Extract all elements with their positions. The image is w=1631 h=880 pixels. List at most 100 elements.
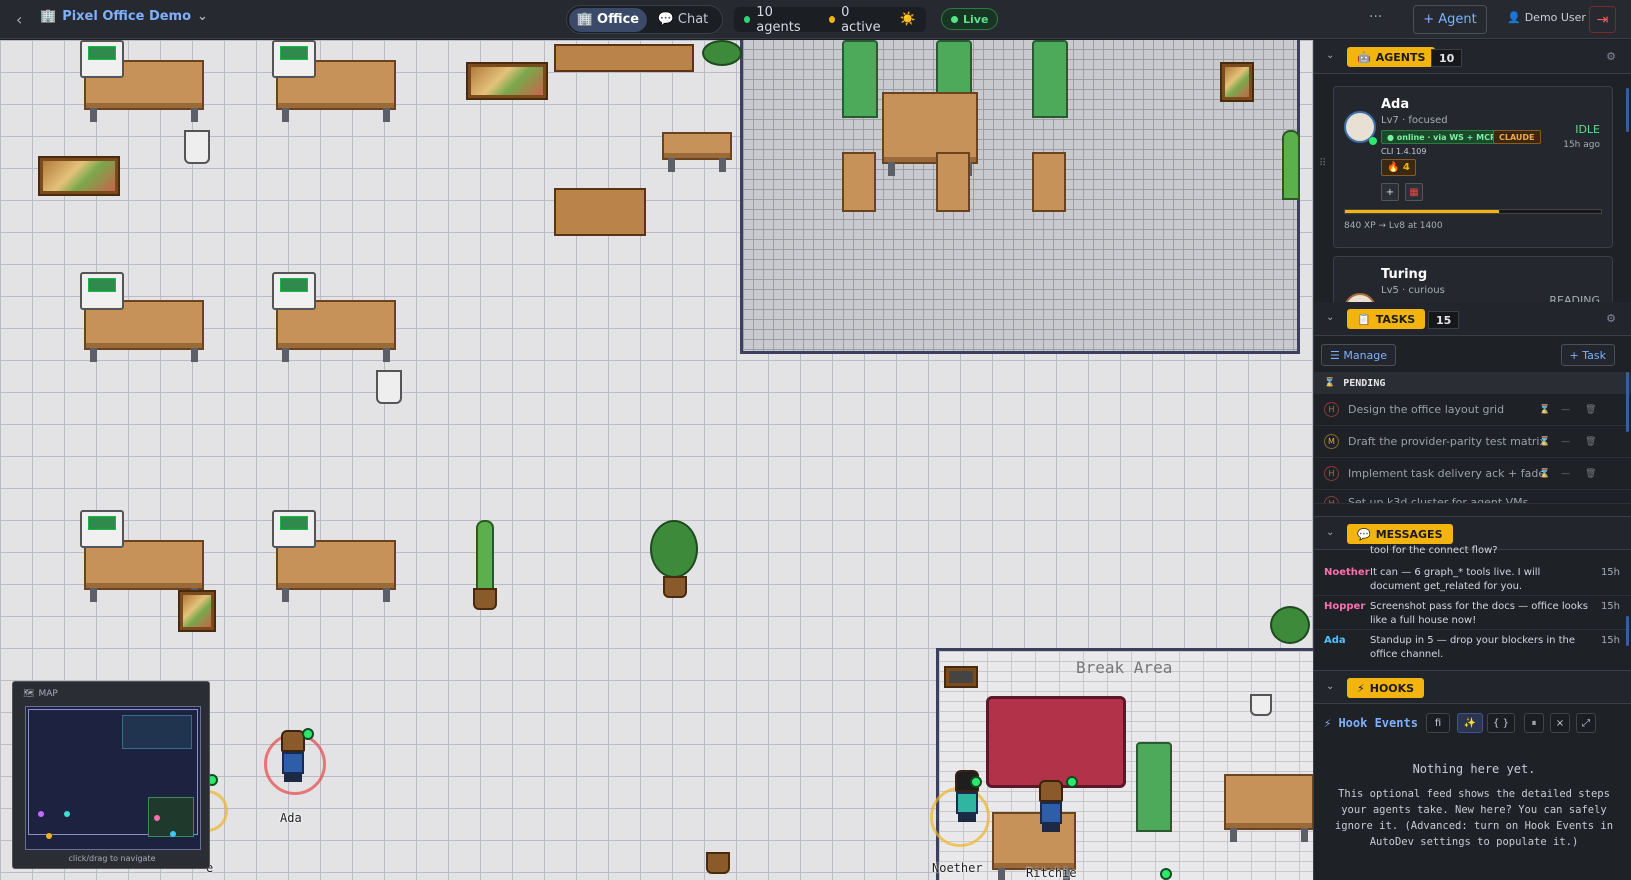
clipboard-icon: 📋 — [1357, 312, 1371, 326]
minimap-agent-dot — [46, 833, 52, 839]
gear-icon[interactable]: ⚙ — [1606, 50, 1616, 63]
hooks-badge: ⚡ HOOKS — [1347, 678, 1425, 698]
computer-monitor — [80, 272, 124, 310]
message-author[interactable]: Hopper — [1324, 600, 1365, 614]
tasks-title: TASKS — [1375, 312, 1416, 326]
minimap[interactable]: 🗺 MAP click/drag to navigate — [12, 681, 210, 869]
logout-button[interactable]: ⇥ — [1589, 6, 1616, 33]
hourglass-icon[interactable]: ⌛ — [1539, 437, 1550, 447]
hourglass-icon[interactable]: ⌛ — [1539, 469, 1550, 479]
speech-bubble-icon: 💬 — [1357, 527, 1371, 541]
add-task-button[interactable]: + Task — [1560, 344, 1615, 366]
robot-icon: 🤖 — [1357, 50, 1371, 64]
computer-monitor — [272, 510, 316, 548]
pending-group-header[interactable]: ⌛ PENDING — [1314, 372, 1631, 394]
message-author[interactable]: Noether — [1324, 566, 1370, 580]
agent-state: IDLE — [1575, 123, 1600, 136]
tasks-badge: 📋 TASKS — [1347, 309, 1426, 329]
trash-icon[interactable]: 🗑 — [1585, 437, 1596, 447]
message-author[interactable]: Ada — [1324, 634, 1346, 648]
task-row[interactable]: H Set up k3d cluster for agent VMs — [1314, 490, 1631, 504]
right-sidebar: ⌄ 🤖 AGENTS 10 ⚙ ⠿ Ada Lv7 · focused ● onl… — [1313, 40, 1631, 880]
task-row[interactable]: M Draft the provider-parity test matrix … — [1314, 426, 1631, 458]
workspace-switcher[interactable]: 🏢 Pixel Office Demo ⌄ — [40, 9, 208, 24]
hourglass-icon: ⌛ — [1324, 378, 1336, 388]
agents-section-header[interactable]: ⌄ 🤖 AGENTS 10 ⚙ — [1314, 40, 1631, 74]
minimap-canvas[interactable] — [25, 706, 201, 850]
task-row[interactable]: H Implement task delivery ack + fade ⌛ —… — [1314, 458, 1631, 490]
potted-plant — [650, 520, 698, 578]
drag-handle-icon[interactable]: ⠿ — [1319, 158, 1326, 169]
messages-scrollbar[interactable] — [1626, 616, 1629, 646]
agent-level: Lv7 · focused — [1381, 115, 1448, 126]
empty-state-title: Nothing here yet. — [1412, 762, 1536, 776]
chat-bubble-icon: 💬 — [657, 12, 674, 27]
chevron-down-icon[interactable]: ⌄ — [1326, 527, 1334, 538]
expand-button[interactable]: ⤢ — [1576, 713, 1596, 733]
meeting-chair — [1032, 152, 1066, 212]
agent-card-ada[interactable]: Ada Lv7 · focused ● online · via WS + MC… — [1333, 86, 1613, 248]
agents-scrollbar[interactable] — [1626, 88, 1629, 132]
manage-tasks-button[interactable]: ☰ Manage — [1321, 344, 1397, 366]
tab-chat[interactable]: 💬 Chat — [647, 8, 719, 32]
last-seen: 15h ago — [1563, 140, 1600, 150]
hooks-section-header[interactable]: ⌄ ⚡ HOOKS — [1314, 670, 1631, 704]
plant-pot — [473, 588, 497, 610]
calendar-icon[interactable]: ▦ — [1405, 183, 1423, 201]
sun-icon[interactable]: ☀️ — [900, 12, 916, 27]
computer-monitor — [80, 510, 124, 548]
message-text: Standup in 5 — drop your blockers in the… — [1370, 635, 1576, 660]
task-row[interactable]: H Design the office layout grid ⌛ — 🗑 — [1314, 394, 1631, 426]
json-toggle-button[interactable]: { } — [1487, 713, 1515, 733]
trash-icon[interactable]: 🗑 — [1585, 405, 1596, 415]
wall-tv — [946, 668, 976, 686]
agent-level: Lv5 · curious — [1381, 285, 1445, 296]
trash-icon[interactable]: 🗑 — [1585, 469, 1596, 479]
message-time: 15h — [1600, 601, 1620, 612]
computer-monitor — [272, 40, 316, 78]
message-row[interactable]: Ada Standup in 5 — drop your blockers in… — [1314, 630, 1631, 664]
tasks-scrollbar[interactable] — [1626, 372, 1629, 432]
armchair — [1136, 742, 1172, 832]
more-menu-button[interactable]: ··· — [1369, 9, 1382, 25]
dash-icon: — — [1561, 436, 1570, 447]
hourglass-icon[interactable]: ⌛ — [1539, 405, 1550, 415]
add-button[interactable]: + — [1381, 183, 1399, 201]
message-text: It can — 6 graph_* tools live. I will do… — [1370, 567, 1541, 592]
add-agent-button[interactable]: + Agent — [1413, 5, 1487, 34]
agent-name-label: Ritchie — [1026, 866, 1077, 880]
chevron-down-icon[interactable]: ⌄ — [1326, 312, 1334, 323]
tab-office[interactable]: 🏢 Office — [569, 7, 647, 32]
user-menu[interactable]: 👤 Demo User — [1507, 11, 1586, 24]
empty-state-body: This optional feed shows the detailed st… — [1334, 788, 1614, 848]
back-chevron-icon[interactable]: ‹ — [16, 10, 22, 29]
agent-ritchie[interactable] — [1034, 780, 1068, 832]
live-dot-icon — [951, 15, 958, 23]
minimap-header: 🗺 MAP — [23, 689, 58, 699]
messages-title: MESSAGES — [1375, 527, 1443, 541]
message-row[interactable]: Noether It can — 6 graph_* tools live. I… — [1314, 562, 1631, 596]
bookshelf — [554, 44, 694, 72]
tab-chat-label: Chat — [677, 12, 709, 27]
filter-input[interactable]: fi — [1426, 713, 1450, 733]
agent-name: Ada — [1381, 97, 1410, 112]
message-row[interactable]: Hopper Screenshot pass for the docs — of… — [1314, 596, 1631, 630]
cactus-plant — [1282, 130, 1300, 200]
pending-label: PENDING — [1343, 377, 1386, 389]
pause-button[interactable]: ⏸ — [1524, 713, 1544, 733]
wall-painting — [468, 64, 546, 98]
status-badge: ● online · via WS + MCP — [1381, 130, 1502, 144]
gear-icon[interactable]: ⚙ — [1606, 312, 1616, 325]
wall-portrait — [180, 592, 214, 630]
sparkle-button[interactable]: ✨ — [1457, 713, 1483, 733]
agent-name-label: Noether — [932, 861, 983, 875]
provider-badge: CLAUDE — [1493, 130, 1541, 144]
chevron-down-icon[interactable]: ⌄ — [1326, 50, 1334, 61]
map-icon: 🗺 — [23, 689, 35, 699]
tasks-section-header[interactable]: ⌄ 📋 TASKS 15 ⚙ — [1314, 302, 1631, 336]
chevron-down-icon[interactable]: ⌄ — [1326, 681, 1334, 692]
clear-button[interactable]: × — [1550, 713, 1570, 733]
dash-icon: — — [1561, 468, 1570, 479]
task-title: Implement task delivery ack + fade — [1348, 467, 1546, 480]
minimap-agent-dot — [64, 811, 70, 817]
